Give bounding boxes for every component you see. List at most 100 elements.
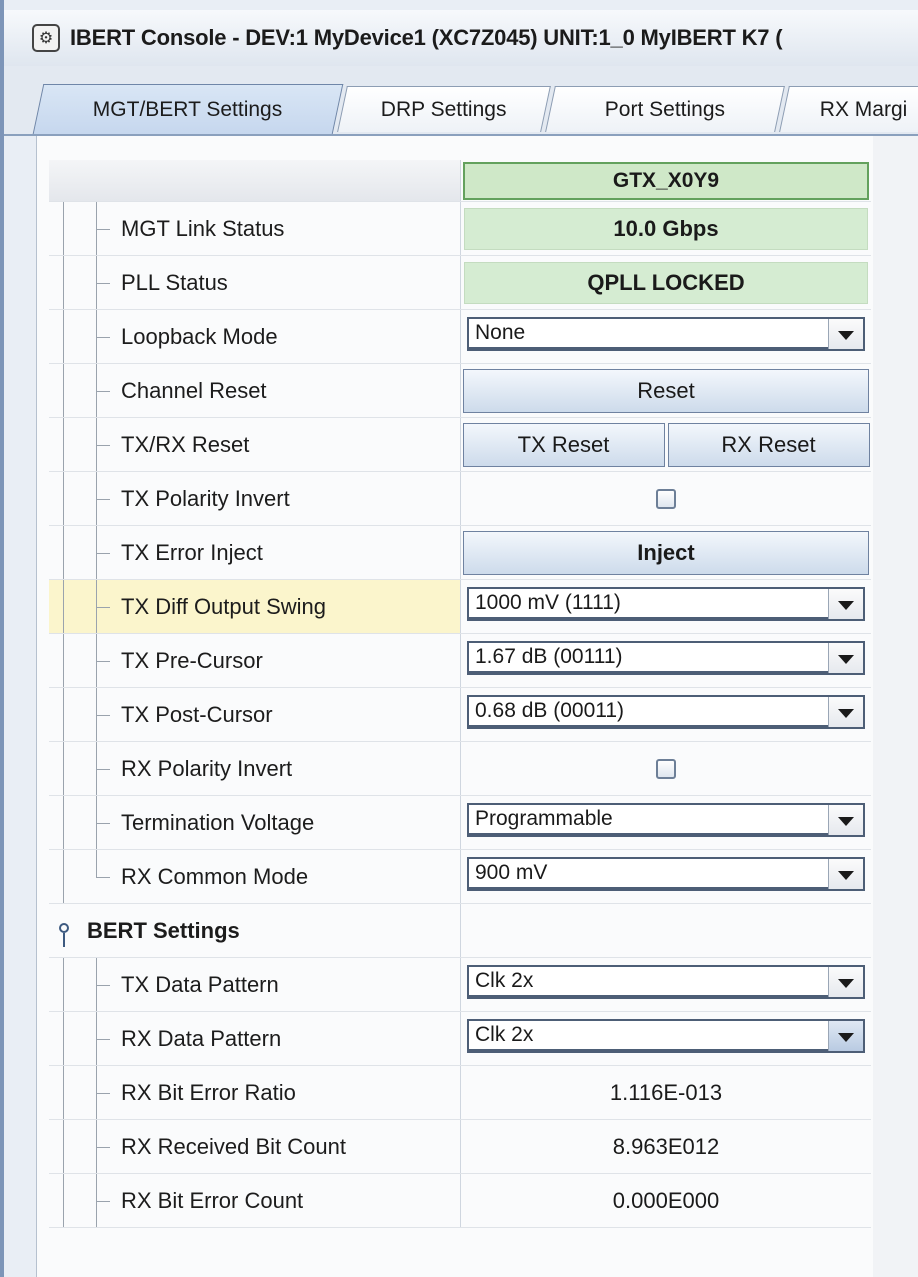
row-value-cell: Programmable xyxy=(461,796,871,849)
row-label: RX Common Mode xyxy=(121,863,309,889)
chevron-down-icon[interactable] xyxy=(828,588,863,619)
row-tx-pre-cursor: TX Pre-Cursor 1.67 dB (00111) xyxy=(49,634,871,688)
row-tx-error-inject: TX Error Inject Inject xyxy=(49,526,871,580)
tab-label: DRP Settings xyxy=(381,97,507,121)
row-label: RX Polarity Invert xyxy=(121,755,293,781)
row-label-cell: TX Pre-Cursor xyxy=(49,634,461,687)
tab-strip: MGT/BERT Settings DRP Settings Port Sett… xyxy=(4,66,918,136)
row-rx-common-mode: RX Common Mode 900 mV xyxy=(49,850,871,904)
tx-data-pattern-dropdown[interactable]: Clk 2x xyxy=(467,964,865,999)
chevron-down-icon[interactable] xyxy=(828,858,863,889)
row-value-cell: 8.963E012 xyxy=(461,1120,871,1173)
tab-mgt-bert-settings[interactable]: MGT/BERT Settings xyxy=(32,84,344,134)
pll-status-value: QPLL LOCKED xyxy=(464,261,868,304)
tree-guide xyxy=(63,742,64,795)
tree-guide xyxy=(63,688,64,741)
row-label: TX Polarity Invert xyxy=(121,485,290,511)
row-label: TX Diff Output Swing xyxy=(121,593,327,619)
settings-panel: GTX_X0Y9 MGT Link Status 10.0 Gbps PLL S… xyxy=(36,136,918,1277)
row-label-cell: RX Bit Error Count xyxy=(49,1174,461,1227)
column-header-gtx[interactable]: GTX_X0Y9 xyxy=(463,161,869,200)
row-label: TX Error Inject xyxy=(121,539,263,565)
bit-error-ratio-value: 1.116E-013 xyxy=(609,1079,723,1105)
chevron-down-icon[interactable] xyxy=(828,966,863,997)
rx-reset-button[interactable]: RX Reset xyxy=(667,422,870,467)
row-tx-diff-output-swing: TX Diff Output Swing 1000 mV (1111) xyxy=(49,580,871,634)
tab-rx-margin[interactable]: RX Margi xyxy=(779,86,918,132)
section-label: BERT Settings xyxy=(87,917,240,943)
row-value-cell: 1000 mV (1111) xyxy=(461,580,871,633)
row-value-cell xyxy=(461,904,871,957)
txrx-reset-buttons: TX Reset RX Reset xyxy=(462,422,870,467)
row-value-cell: 0.68 dB (00011) xyxy=(461,688,871,741)
chevron-down-icon[interactable] xyxy=(828,642,863,673)
window-title: IBERT Console - DEV:1 MyDevice1 (XC7Z045… xyxy=(70,25,783,50)
tx-post-cursor-dropdown[interactable]: 0.68 dB (00011) xyxy=(467,694,865,729)
row-header-corner xyxy=(49,160,461,201)
collapse-toggle-icon[interactable] xyxy=(59,923,69,947)
chevron-down-icon[interactable] xyxy=(828,318,863,349)
row-value-cell: 10.0 Gbps xyxy=(461,202,871,255)
tree-guide xyxy=(63,1120,64,1173)
channel-reset-button[interactable]: Reset xyxy=(463,368,869,413)
chevron-down-icon[interactable] xyxy=(828,696,863,727)
termination-voltage-dropdown[interactable]: Programmable xyxy=(467,802,865,837)
section-bert-settings[interactable]: BERT Settings xyxy=(49,904,871,958)
row-tx-polarity-invert: TX Polarity Invert xyxy=(49,472,871,526)
row-mgt-link-status: MGT Link Status 10.0 Gbps xyxy=(49,202,871,256)
loopback-mode-dropdown[interactable]: None xyxy=(467,316,865,351)
rx-common-mode-dropdown[interactable]: 900 mV xyxy=(467,856,865,891)
row-tx-data-pattern: TX Data Pattern Clk 2x xyxy=(49,958,871,1012)
row-label-cell: TX/RX Reset xyxy=(49,418,461,471)
tree-guide xyxy=(96,850,97,877)
row-value-cell: 900 mV xyxy=(461,850,871,903)
tree-guide xyxy=(63,310,64,363)
row-label: PLL Status xyxy=(121,269,228,295)
dropdown-value: 1.67 dB (00111) xyxy=(469,643,828,673)
tab-port-settings[interactable]: Port Settings xyxy=(545,86,785,132)
panel-right-margin xyxy=(873,136,918,1277)
row-value-cell: None xyxy=(461,310,871,363)
table-header-row: GTX_X0Y9 xyxy=(49,160,871,202)
inject-button[interactable]: Inject xyxy=(463,530,869,575)
tree-guide xyxy=(63,364,64,417)
row-rx-bit-error-count: RX Bit Error Count 0.000E000 xyxy=(49,1174,871,1228)
tx-polarity-invert-checkbox[interactable] xyxy=(656,488,676,509)
row-label-cell: RX Data Pattern xyxy=(49,1012,461,1065)
row-txrx-reset: TX/RX Reset TX Reset RX Reset xyxy=(49,418,871,472)
tree-guide xyxy=(63,256,64,309)
row-value-cell: TX Reset RX Reset xyxy=(461,418,871,471)
row-value-cell: Reset xyxy=(461,364,871,417)
row-label: MGT Link Status xyxy=(121,215,285,241)
tree-branch xyxy=(96,228,110,230)
tree-branch xyxy=(96,714,110,716)
tree-branch xyxy=(96,1146,110,1148)
row-label-cell: Channel Reset xyxy=(49,364,461,417)
tree-branch xyxy=(96,282,110,284)
tree-branch xyxy=(96,336,110,338)
tree-branch xyxy=(96,606,110,608)
tx-diff-swing-dropdown[interactable]: 1000 mV (1111) xyxy=(467,586,865,621)
row-label-cell: Loopback Mode xyxy=(49,310,461,363)
row-label: RX Bit Error Ratio xyxy=(121,1079,296,1105)
row-label-cell: MGT Link Status xyxy=(49,202,461,255)
rx-data-pattern-dropdown[interactable]: Clk 2x xyxy=(467,1018,865,1053)
tab-label: Port Settings xyxy=(604,97,726,121)
row-value-cell: Clk 2x xyxy=(461,1012,871,1065)
dropdown-value: None xyxy=(469,319,828,349)
dropdown-value: 1000 mV (1111) xyxy=(469,589,828,619)
row-label-cell: TX Post-Cursor xyxy=(49,688,461,741)
tree-guide xyxy=(63,472,64,525)
link-status-value: 10.0 Gbps xyxy=(464,207,868,250)
tree-branch xyxy=(96,552,110,554)
row-value-cell: QPLL LOCKED xyxy=(461,256,871,309)
tab-drp-settings[interactable]: DRP Settings xyxy=(337,86,551,132)
tx-pre-cursor-dropdown[interactable]: 1.67 dB (00111) xyxy=(467,640,865,675)
rx-polarity-invert-checkbox[interactable] xyxy=(656,758,676,779)
tree-branch xyxy=(96,1038,110,1040)
chevron-down-icon[interactable] xyxy=(828,1020,863,1051)
tx-reset-button[interactable]: TX Reset xyxy=(462,422,665,467)
row-pll-status: PLL Status QPLL LOCKED xyxy=(49,256,871,310)
chevron-down-icon[interactable] xyxy=(828,804,863,835)
row-label: Loopback Mode xyxy=(121,323,278,349)
